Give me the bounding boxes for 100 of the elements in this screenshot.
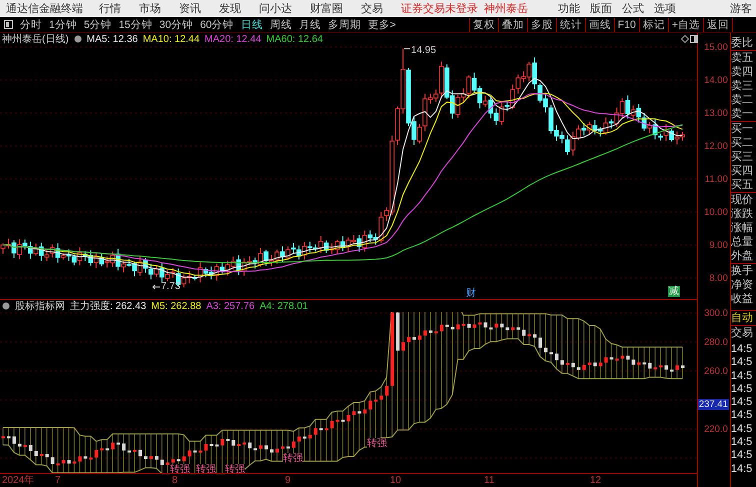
price-axis-label: 14.00 [703,75,729,86]
chart-tool-button[interactable]: 标记 [638,18,668,32]
menu-item[interactable]: 选项 [654,1,676,16]
indicator-axis-label: 260.0 [703,366,729,377]
event-label[interactable]: 财 [466,288,476,299]
menu-item[interactable]: 版面 [590,1,612,16]
quote-field-label: 换手 [730,263,756,278]
period-tab[interactable]: 60分钟 [200,18,234,32]
indicator-axis-label: 220.0 [703,424,729,435]
quote-field-label: 买三 [730,150,754,164]
menu-item[interactable]: 功能 [558,1,580,16]
quote-field-label: 卖五 [730,50,756,65]
quote-field-label: 委比 [730,36,754,50]
account-stock[interactable]: 神州泰岳 [484,1,528,16]
price-axis-label: 12.00 [703,141,729,152]
date-label: 10 [390,475,402,486]
chart-tool-button[interactable]: +自选 [668,18,703,32]
signal-label: 转强 [225,464,245,475]
date-label: 7 [55,475,61,486]
date-label: 9 [285,475,291,486]
menu-item[interactable]: 财富圈 [310,1,343,16]
period-tab[interactable]: 日线 [240,18,263,32]
stock-title: 神州泰岳(日线) [2,32,69,46]
period-tab[interactable]: 1分钟 [49,18,77,32]
quote-field-label: 买一 [730,121,756,136]
quote-field-label: 外盘 [730,249,754,263]
menu-item[interactable]: 行情 [99,1,121,16]
menu-item[interactable]: 公式 [622,1,644,16]
period-tab[interactable]: 30分钟 [159,18,194,32]
app-title: 通达信金融终端 [6,2,83,16]
low-price-label: 7.73 [161,281,180,292]
quote-field-label: 买五 [730,178,754,192]
date-label: 8 [172,475,178,486]
date-label: 12 [590,475,602,486]
indicator-value: 主力强度: 262.43 [70,300,146,313]
panel-toggle-icon[interactable] [4,20,13,29]
period-tab[interactable]: 多周期 [328,18,361,32]
chart-tool-button[interactable]: 画线 [584,18,614,32]
tick-time: 14:5 [730,370,754,383]
quote-field-label: 买二 [730,136,754,150]
quote-field-label: 卖四 [730,65,754,79]
chart-tool-button[interactable]: 统计 [556,18,585,32]
window-icon[interactable] [690,35,698,43]
indicator-value: A3: 257.76 [206,300,255,312]
high-price-label: 14.95 [411,45,436,56]
quote-field-label: 收益 [730,292,754,306]
period-tab[interactable]: 分时 [20,18,42,32]
tick-time: 14:5 [730,356,754,370]
quote-field-label: 卖一 [730,107,754,121]
event-badge[interactable]: 减 [668,286,680,297]
price-axis-label: 15.00 [703,42,729,53]
tick-time: 14:5 [730,343,754,356]
tick-time: 14:5 [730,422,754,436]
menu-item[interactable]: 市场 [139,1,161,16]
period-tab[interactable]: 更多> [368,18,396,32]
chart-tool-button[interactable]: 多股 [526,18,556,32]
gear-icon[interactable] [74,35,82,43]
period-tab[interactable]: 15分钟 [118,18,152,32]
indicator-title: 股标指标网 [15,300,65,313]
indicator-axis-label: 300.0 [703,308,729,319]
tick-time: 14:5 [730,436,754,450]
menu-item[interactable]: 资讯 [179,1,201,16]
chart-tool-button[interactable]: 叠加 [498,18,527,32]
login-status[interactable]: 证券交易未登录 [401,1,478,16]
signal-label: 转强 [283,453,303,464]
price-axis-label: 8.00 [708,273,729,284]
period-tab[interactable]: 月线 [298,18,321,32]
indicator-value: M5: 262.88 [151,300,202,312]
period-tab[interactable]: 周线 [270,18,292,32]
menu-item[interactable]: 交易 [361,1,383,16]
quote-field-label: 卖二 [730,93,754,107]
signal-label: 转强 [367,438,387,449]
ma-value: MA20: 12.44 [204,34,262,44]
menu-item[interactable]: 问小达 [259,1,292,16]
quote-field-label: 卖三 [730,79,754,93]
price-axis-label: 11.00 [704,174,729,185]
auto-mode-label[interactable]: 自动 [730,310,756,325]
chart-tool-button[interactable]: 返回 [703,18,732,32]
menu-item[interactable]: 发现 [219,1,241,16]
tick-time: 14:5 [730,396,754,410]
chart-tool-button[interactable]: 复权 [468,18,498,32]
indicator-value: A4: 278.01 [260,300,308,312]
date-label: 11 [484,475,494,486]
tick-time: 14:5 [730,462,754,476]
price-axis-label: 9.00 [708,240,729,251]
period-tab[interactable]: 5分钟 [84,18,112,32]
diamond-icon[interactable] [681,35,689,43]
user-label[interactable]: 游客 [730,1,752,16]
tick-time: 14:5 [730,382,754,396]
tick-time: 14:5 [730,409,754,423]
quote-field-label: 涨跌 [730,207,754,221]
signal-label: 转强 [170,464,190,475]
chart-tool-button[interactable]: F10 [614,18,639,32]
signal-label: 转强 [196,464,216,475]
quote-field-label: 总量 [730,235,754,249]
quote-field-label: 净资 [730,278,754,292]
gear-icon[interactable] [2,302,10,310]
quote-field-label: 买四 [730,164,754,178]
current-value-label: 237.41 [698,398,729,410]
ma-value: MA60: 12.64 [266,34,323,44]
